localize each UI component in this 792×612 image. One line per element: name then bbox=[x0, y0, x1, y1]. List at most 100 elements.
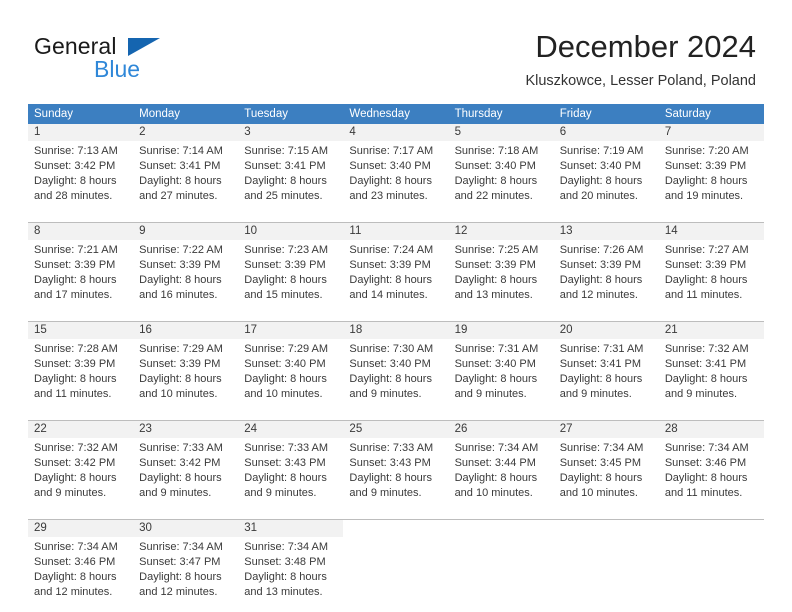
day-detail-line: Daylight: 8 hours bbox=[349, 175, 432, 187]
day-detail-line: Sunrise: 7:28 AM bbox=[34, 343, 118, 355]
day-detail-line: and 25 minutes. bbox=[244, 190, 323, 202]
day-detail-line: Sunset: 3:40 PM bbox=[244, 358, 326, 370]
calendar-day-cell[interactable]: 26 Sunrise: 7:34 AM Sunset: 3:44 PM Dayligh… bbox=[448, 421, 554, 505]
calendar-day-cell-empty bbox=[448, 520, 554, 604]
calendar-day-cell[interactable]: 18 Sunrise: 7:30 AM Sunset: 3:40 PM Dayligh… bbox=[343, 322, 449, 406]
day-detail-line: and 9 minutes. bbox=[559, 388, 632, 400]
calendar-day-cell[interactable]: 14 Sunrise: 7:27 AM Sunset: 3:39 PM Dayligh… bbox=[658, 223, 764, 307]
calendar-day-cell[interactable]: 23 Sunrise: 7:33 AM Sunset: 3:42 PM Dayligh… bbox=[133, 421, 239, 505]
day-detail-line: Sunset: 3:40 PM bbox=[454, 160, 536, 172]
calendar-day-cell[interactable]: 1 Sunrise: 7:13 AM Sunset: 3:42 PM Daylight… bbox=[28, 124, 134, 208]
day-detail-line: Sunrise: 7:17 AM bbox=[349, 145, 434, 157]
calendar-day-cell[interactable]: 6 Sunrise: 7:19 AM Sunset: 3:40 PM Daylight… bbox=[553, 124, 659, 208]
calendar-day-cell[interactable]: 17 Sunrise: 7:29 AM Sunset: 3:40 PM Dayligh… bbox=[238, 322, 344, 406]
calendar-day-cell[interactable]: 25 Sunrise: 7:33 AM Sunset: 3:43 PM Dayligh… bbox=[343, 421, 449, 505]
calendar-day-cell[interactable]: 21 Sunrise: 7:32 AM Sunset: 3:41 PM Dayligh… bbox=[658, 322, 764, 406]
weekday-header-monday: Monday bbox=[139, 108, 181, 120]
day-details: Sunrise: 7:15 AM Sunset: 3:41 PM Daylight:… bbox=[238, 141, 343, 208]
brand-name-blue: Blue bbox=[94, 56, 141, 82]
day-details: Sunrise: 7:31 AM Sunset: 3:40 PM Daylight:… bbox=[449, 339, 554, 406]
calendar-day-cell[interactable]: 28 Sunrise: 7:34 AM Sunset: 3:46 PM Dayligh… bbox=[658, 421, 764, 505]
brand-logo[interactable]: General Blue bbox=[34, 33, 264, 89]
day-detail-line: Sunrise: 7:24 AM bbox=[349, 244, 434, 256]
calendar-day-cell[interactable]: 15 Sunrise: 7:28 AM Sunset: 3:39 PM Dayligh… bbox=[28, 322, 134, 406]
calendar-day-cell[interactable]: 31 Sunrise: 7:34 AM Sunset: 3:48 PM Dayligh… bbox=[238, 520, 344, 604]
day-number: 13 bbox=[553, 223, 659, 240]
day-number: 18 bbox=[343, 322, 449, 339]
calendar-day-cell[interactable]: 27 Sunrise: 7:34 AM Sunset: 3:45 PM Dayligh… bbox=[553, 421, 659, 505]
day-details: Sunrise: 7:27 AM Sunset: 3:39 PM Daylight:… bbox=[659, 240, 764, 307]
day-detail-line: Sunset: 3:42 PM bbox=[34, 160, 116, 172]
day-details: Sunrise: 7:34 AM Sunset: 3:44 PM Daylight:… bbox=[449, 438, 554, 505]
calendar-day-cell[interactable]: 11 Sunrise: 7:24 AM Sunset: 3:39 PM Dayligh… bbox=[343, 223, 449, 307]
calendar-week-row: 1 Sunrise: 7:13 AM Sunset: 3:42 PM Daylight… bbox=[28, 124, 764, 208]
day-details: Sunrise: 7:33 AM Sunset: 3:42 PM Daylight:… bbox=[133, 438, 238, 505]
calendar-day-cell[interactable]: 8 Sunrise: 7:21 AM Sunset: 3:39 PM Daylight… bbox=[28, 223, 134, 307]
calendar-day-cell[interactable]: 19 Sunrise: 7:31 AM Sunset: 3:40 PM Dayligh… bbox=[448, 322, 554, 406]
day-detail-line: Sunrise: 7:34 AM bbox=[139, 541, 223, 553]
day-detail-line: Daylight: 8 hours bbox=[34, 472, 117, 484]
calendar-day-cell[interactable]: 13 Sunrise: 7:26 AM Sunset: 3:39 PM Dayligh… bbox=[553, 223, 659, 307]
day-detail-line: Sunset: 3:45 PM bbox=[559, 457, 642, 469]
calendar-day-cell[interactable]: 30 Sunrise: 7:34 AM Sunset: 3:47 PM Dayligh… bbox=[133, 520, 239, 604]
day-detail-line: Sunset: 3:41 PM bbox=[139, 160, 221, 172]
day-details: Sunrise: 7:34 AM Sunset: 3:45 PM Daylight:… bbox=[554, 438, 659, 505]
day-detail-line: Sunrise: 7:25 AM bbox=[454, 244, 539, 256]
day-detail-line: Daylight: 8 hours bbox=[559, 274, 643, 286]
day-details: Sunrise: 7:33 AM Sunset: 3:43 PM Daylight:… bbox=[238, 438, 343, 505]
day-detail-line: Daylight: 8 hours bbox=[454, 472, 538, 484]
title-block: December 2024 Kluszkowce, Lesser Poland,… bbox=[525, 28, 756, 90]
calendar-day-cell[interactable]: 24 Sunrise: 7:33 AM Sunset: 3:43 PM Dayligh… bbox=[238, 421, 344, 505]
day-detail-line: Sunset: 3:42 PM bbox=[139, 457, 221, 469]
day-details: Sunrise: 7:28 AM Sunset: 3:39 PM Daylight:… bbox=[28, 339, 133, 406]
calendar-day-cell[interactable]: 16 Sunrise: 7:29 AM Sunset: 3:39 PM Dayligh… bbox=[133, 322, 239, 406]
day-detail-line: Sunrise: 7:31 AM bbox=[454, 343, 539, 355]
page-title: December 2024 bbox=[535, 29, 756, 64]
day-detail-line: Daylight: 8 hours bbox=[664, 373, 748, 385]
calendar-day-cell[interactable]: 9 Sunrise: 7:22 AM Sunset: 3:39 PM Daylight… bbox=[133, 223, 239, 307]
day-detail-line: Sunset: 3:43 PM bbox=[244, 457, 326, 469]
calendar-day-cell[interactable]: 7 Sunrise: 7:20 AM Sunset: 3:39 PM Daylight… bbox=[658, 124, 764, 208]
day-detail-line: Sunrise: 7:19 AM bbox=[559, 145, 644, 157]
calendar-day-cell[interactable]: 10 Sunrise: 7:23 AM Sunset: 3:39 PM Dayligh… bbox=[238, 223, 344, 307]
calendar-day-cell[interactable]: 5 Sunrise: 7:18 AM Sunset: 3:40 PM Daylight… bbox=[448, 124, 554, 208]
day-detail-line: Daylight: 8 hours bbox=[139, 274, 222, 286]
day-details: Sunrise: 7:20 AM Sunset: 3:39 PM Daylight:… bbox=[659, 141, 764, 208]
day-detail-line: Daylight: 8 hours bbox=[34, 571, 117, 583]
calendar-day-cell[interactable]: 12 Sunrise: 7:25 AM Sunset: 3:39 PM Dayligh… bbox=[448, 223, 554, 307]
calendar-day-cell[interactable]: 29 Sunrise: 7:34 AM Sunset: 3:46 PM Dayligh… bbox=[28, 520, 134, 604]
day-detail-line: Daylight: 8 hours bbox=[244, 571, 327, 583]
day-detail-line: Sunrise: 7:23 AM bbox=[244, 244, 329, 256]
day-detail-line: Sunset: 3:39 PM bbox=[139, 358, 221, 370]
calendar-page: General Blue December 2024 Kluszkowce, L… bbox=[0, 0, 792, 612]
day-detail-line: and 9 minutes. bbox=[349, 487, 422, 499]
day-detail-line: and 23 minutes. bbox=[349, 190, 428, 202]
weekday-header-friday: Friday bbox=[559, 108, 592, 120]
weekday-header-wednesday: Wednesday bbox=[349, 108, 410, 120]
day-detail-line: Sunset: 3:42 PM bbox=[34, 457, 116, 469]
day-detail-line: Sunrise: 7:32 AM bbox=[664, 343, 749, 355]
day-detail-line: Sunrise: 7:34 AM bbox=[664, 442, 749, 454]
day-details: Sunrise: 7:31 AM Sunset: 3:41 PM Daylight:… bbox=[554, 339, 659, 406]
day-detail-line: and 27 minutes. bbox=[139, 190, 218, 202]
day-details: Sunrise: 7:18 AM Sunset: 3:40 PM Daylight:… bbox=[449, 141, 554, 208]
calendar-day-cell[interactable]: 22 Sunrise: 7:32 AM Sunset: 3:42 PM Dayligh… bbox=[28, 421, 134, 505]
weekday-header-sunday: Sunday bbox=[34, 108, 74, 120]
calendar-day-cell[interactable]: 3 Sunrise: 7:15 AM Sunset: 3:41 PM Daylight… bbox=[238, 124, 344, 208]
day-details: Sunrise: 7:29 AM Sunset: 3:39 PM Daylight:… bbox=[133, 339, 238, 406]
calendar-day-cell[interactable]: 20 Sunrise: 7:31 AM Sunset: 3:41 PM Dayligh… bbox=[553, 322, 659, 406]
page-subtitle: Kluszkowce, Lesser Poland, Poland bbox=[525, 73, 756, 89]
day-detail-line: and 17 minutes. bbox=[34, 289, 113, 301]
day-detail-line: Sunset: 3:41 PM bbox=[244, 160, 326, 172]
day-detail-line: Sunrise: 7:30 AM bbox=[349, 343, 434, 355]
calendar-day-cell[interactable]: 4 Sunrise: 7:17 AM Sunset: 3:40 PM Daylight… bbox=[343, 124, 449, 208]
calendar-week-row: 15 Sunrise: 7:28 AM Sunset: 3:39 PM Dayligh… bbox=[28, 321, 764, 406]
calendar-day-cell[interactable]: 2 Sunrise: 7:14 AM Sunset: 3:41 PM Daylight… bbox=[133, 124, 239, 208]
day-number: 15 bbox=[28, 322, 134, 339]
day-detail-line: Sunrise: 7:33 AM bbox=[349, 442, 434, 454]
weekday-header-row: Sunday Monday Tuesday Wednesday Thursday Frid… bbox=[28, 104, 764, 124]
day-detail-line: Daylight: 8 hours bbox=[559, 175, 643, 187]
day-detail-line: Sunset: 3:41 PM bbox=[559, 358, 642, 370]
day-detail-line: Sunset: 3:40 PM bbox=[454, 358, 536, 370]
weekday-header-tuesday: Tuesday bbox=[244, 108, 288, 120]
